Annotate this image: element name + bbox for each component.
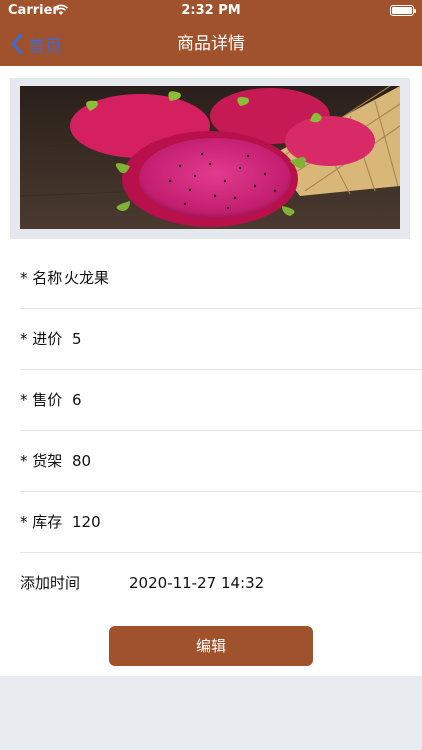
navigation-bar: 首页 商品详情 bbox=[0, 22, 422, 66]
field-row-name: * 名称 火龙果 bbox=[20, 248, 422, 309]
product-detail: * 名称 火龙果 * 进价 5 * 售价 6 * 货架 80 * 库存 120 … bbox=[0, 66, 422, 676]
field-value-name: 火龙果 bbox=[64, 269, 110, 287]
field-value-shelf: 80 bbox=[72, 452, 92, 470]
field-value-added-time: 2020-11-27 14:32 bbox=[129, 574, 265, 592]
field-label-stock: * 库存 bbox=[20, 513, 63, 531]
dragon-fruit-photo bbox=[20, 86, 400, 229]
field-row-sale-price: * 售价 6 bbox=[20, 370, 422, 431]
edit-button[interactable]: 编辑 bbox=[109, 626, 313, 666]
field-row-shelf: * 货架 80 bbox=[20, 431, 422, 492]
field-label-added-time: 添加时间 bbox=[20, 574, 81, 592]
field-row-stock: * 库存 120 bbox=[20, 492, 422, 553]
field-label-sale-price: * 售价 bbox=[20, 391, 63, 409]
field-value-stock: 120 bbox=[72, 513, 101, 531]
field-value-purchase-price: 5 bbox=[72, 330, 82, 348]
field-row-added-time: 添加时间 2020-11-27 14:32 bbox=[20, 553, 422, 614]
page-title: 商品详情 bbox=[177, 34, 245, 54]
status-bar: Carrier 2:32 PM bbox=[0, 0, 422, 22]
battery-icon bbox=[390, 5, 416, 16]
field-label-purchase-price: * 进价 bbox=[20, 330, 63, 348]
clock: 2:32 PM bbox=[181, 3, 241, 18]
field-value-sale-price: 6 bbox=[72, 391, 82, 409]
field-label-name: * 名称 bbox=[20, 269, 63, 287]
field-label-shelf: * 货架 bbox=[20, 452, 63, 470]
field-row-purchase-price: * 进价 5 bbox=[20, 309, 422, 370]
product-image bbox=[20, 86, 400, 229]
product-image-frame bbox=[10, 78, 410, 239]
